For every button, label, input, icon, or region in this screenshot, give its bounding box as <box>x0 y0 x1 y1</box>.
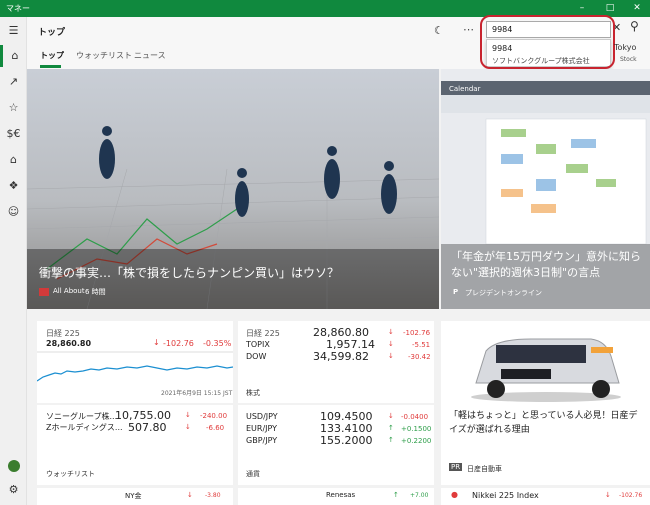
bullet-dot-icon: ● <box>451 490 458 499</box>
secondary-source: プレジデントオンライン <box>465 289 542 297</box>
secondary-news-card[interactable]: Calendar 「年金が年15万円ダウン」意外に知らない"選択的週休3日制"の… <box>441 69 650 309</box>
ad-headline: 「軽はちょっと」と思っている人必見！日産デイズが選ばれる理由 <box>449 411 638 435</box>
index-change-2: -30.42 <box>408 353 431 361</box>
down-arrow-icon: ↓ <box>187 491 193 499</box>
account-avatar-icon[interactable] <box>0 455 27 477</box>
minimize-icon[interactable]: – <box>570 1 594 16</box>
tab-top[interactable]: トップ <box>40 50 64 61</box>
down-arrow-icon: ↓ <box>388 328 394 336</box>
fx-change-2: +0.2200 <box>401 437 432 445</box>
index-name-2: DOW <box>246 352 267 361</box>
nikkei-value: 28,860.80 <box>46 339 92 348</box>
fx-name-1: EUR/JPY <box>246 424 278 433</box>
highlight-annotation <box>480 15 615 69</box>
nikkei-pct: -0.35% <box>203 339 232 348</box>
watch-name-0: ソニーグループ株... <box>46 412 118 421</box>
bottom-b-change: +7.00 <box>410 492 429 499</box>
hero-headline: 衝撃の事実…「株で損をしたらナンピン買い」はウソ？ <box>39 266 340 280</box>
feedback-smiley-icon[interactable]: ☺ <box>0 201 27 223</box>
settings-gear-icon[interactable]: ⚙ <box>0 479 27 501</box>
bottom-row-c[interactable]: ● Nikkei 225 Index ↓ -102.76 <box>441 488 650 505</box>
bottom-row-a[interactable]: NY金 ↓ -3.80 <box>37 488 233 505</box>
down-arrow-icon: ↓ <box>388 412 394 420</box>
watchlist-star-icon[interactable]: ☆ <box>0 97 27 119</box>
source-logo-icon <box>39 288 49 296</box>
secondary-headline: 「年金が年15万円ダウン」意外に知らない"選択的週休3日制"の言点 <box>451 250 641 279</box>
watch-value-1: 507.80 <box>128 421 167 434</box>
bottom-a-change: -3.80 <box>205 492 221 499</box>
ad-source: 日産自動車 <box>467 465 502 473</box>
ad-card[interactable]: 「軽はちょっと」と思っている人必見！日産デイズが選ばれる理由 PR 日産自動車 <box>441 321 650 485</box>
home-icon[interactable]: ⌂ <box>0 45 27 67</box>
exchange-sub-label: Stock <box>620 56 637 63</box>
up-arrow-icon: ↑ <box>393 491 399 499</box>
tab-watchlist[interactable]: ウォッチリスト <box>76 50 132 61</box>
down-arrow-icon: ↓ <box>153 338 160 347</box>
trend-icon[interactable]: ↗ <box>0 71 27 93</box>
search-icon[interactable]: ⚲ <box>630 19 639 33</box>
down-arrow-icon: ↓ <box>388 352 394 360</box>
mortgage-icon[interactable]: ⌂ <box>0 149 27 171</box>
up-arrow-icon: ↑ <box>388 424 394 432</box>
currency-card[interactable]: USD/JPY 109.4500 ↓ -0.0400 EUR/JPY 133.4… <box>238 405 434 485</box>
nikkei-sparkline <box>37 351 233 382</box>
watchlist-card[interactable]: ソニーグループ株... 10,755.00 ↓ -240.00 Zホールディング… <box>37 405 233 485</box>
fx-name-2: GBP/JPY <box>246 436 278 445</box>
bottom-b-name: Renesas <box>326 491 356 499</box>
fx-name-0: USD/JPY <box>246 412 278 421</box>
down-arrow-icon: ↓ <box>185 423 191 431</box>
nav-rail: ☰ ⌂ ↗ ☆ $€ ⌂ ❖ ☺ ⚙ <box>0 17 27 505</box>
window-title: マネー <box>6 4 30 13</box>
index-name-0: 日経 225 <box>246 329 280 338</box>
nikkei-name: 日経 225 <box>46 329 80 338</box>
more-options-icon[interactable]: ⋯ <box>463 23 474 36</box>
fx-value-2: 155.2000 <box>320 434 373 447</box>
watch-change-1: -6.60 <box>206 424 225 432</box>
page-title: トップ <box>38 28 66 38</box>
car-image <box>441 321 650 405</box>
bottom-c-change: -102.76 <box>619 492 643 499</box>
up-arrow-icon: ↑ <box>388 436 394 444</box>
tab-news[interactable]: ニュース <box>134 50 166 61</box>
source-p-icon: P <box>453 288 459 296</box>
active-tab-indicator <box>40 65 61 68</box>
down-arrow-icon: ↓ <box>185 411 191 419</box>
nikkei-chart-card[interactable]: 日経 225 28,860.80 -102.76 -0.35% 2021年6月9… <box>37 321 233 403</box>
down-arrow-icon: ↓ <box>605 491 611 499</box>
hero-source: All About <box>53 287 85 295</box>
fx-change-1: +0.1500 <box>401 425 432 433</box>
fx-change-0: -0.0400 <box>401 413 429 421</box>
nikkei-change: -102.76 <box>163 339 194 348</box>
watch-change-0: -240.00 <box>200 412 228 420</box>
currency-footer: 通貨 <box>246 470 260 478</box>
hero-time: 6 時間 <box>85 288 106 296</box>
indices-footer: 株式 <box>246 389 260 397</box>
theme-moon-icon[interactable]: ☾ <box>434 24 444 37</box>
hamburger-menu-icon[interactable]: ☰ <box>0 20 27 42</box>
bottom-c-name: Nikkei 225 Index <box>472 491 539 500</box>
down-arrow-icon: ↓ <box>388 340 394 348</box>
exchange-label: Tokyo <box>614 43 637 52</box>
crypto-icon[interactable]: ❖ <box>0 175 27 197</box>
calendar-label: Calendar <box>449 85 481 93</box>
bottom-a-name: NY金 <box>125 492 142 500</box>
currency-icon[interactable]: $€ <box>0 123 27 145</box>
indices-card[interactable]: 日経 225 28,860.80 ↓ -102.76 TOPIX 1,957.1… <box>238 321 434 403</box>
bottom-row-b[interactable]: Renesas ↑ +7.00 <box>238 488 434 505</box>
nikkei-date: 2021年6月9日 15:15 JST <box>161 390 233 397</box>
index-value-2: 34,599.82 <box>313 350 369 363</box>
maximize-icon[interactable]: □ <box>598 1 622 16</box>
watch-name-1: Zホールディングス... <box>46 423 123 432</box>
index-change-1: -5.51 <box>412 341 431 349</box>
close-window-icon[interactable]: ✕ <box>625 1 649 16</box>
pr-badge: PR <box>449 463 463 471</box>
hero-news-card[interactable]: 衝撃の事実…「株で損をしたらナンピン買い」はウソ？ All About 6 時間 <box>27 69 439 309</box>
index-name-1: TOPIX <box>246 340 270 349</box>
watchlist-footer: ウォッチリスト <box>46 470 95 478</box>
index-change-0: -102.76 <box>403 329 431 337</box>
